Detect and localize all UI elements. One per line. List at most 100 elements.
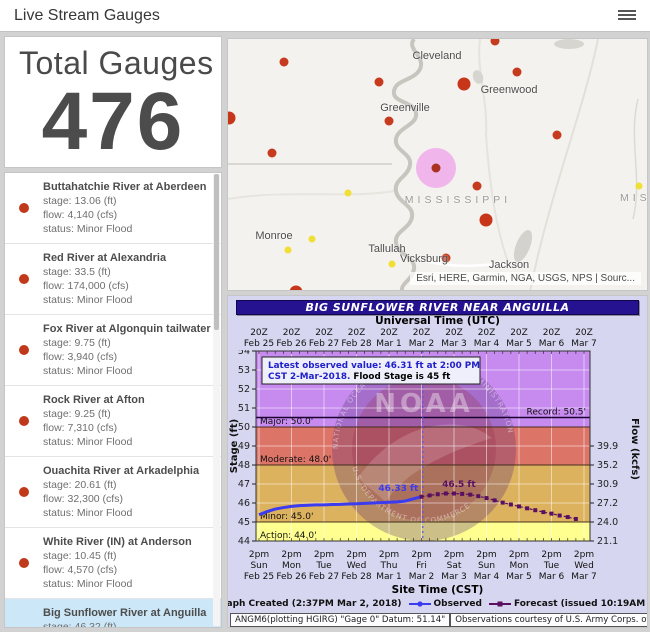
gauge-name: Fox River at Algonquin tailwater — [43, 322, 211, 336]
map-city-label: Vicksburg — [400, 253, 448, 265]
total-gauges-value: 476 — [5, 82, 221, 162]
map-gauge-dot[interactable] — [389, 261, 396, 268]
map-city-label: Monroe — [255, 230, 292, 242]
gauge-status-dot — [5, 464, 43, 520]
list-scrollbar[interactable] — [213, 174, 220, 626]
legend-item: Graph Created (2:37PM Mar 2, 2018) — [227, 599, 402, 609]
gauge-flow: flow: 7,310 (cfs) — [43, 421, 145, 435]
gauge-list-item[interactable]: Ouachita River at Arkadelphia stage: 20.… — [5, 457, 221, 528]
map-gauge-dot[interactable] — [553, 131, 562, 140]
map-gauge-dot[interactable] — [268, 149, 277, 158]
gauge-flow: flow: 174,000 (cfs) — [43, 279, 166, 293]
hydrograph-plot: NOAANATIONAL OCEANIC AND ATMOSPHERIC ADM… — [228, 350, 648, 546]
svg-text:CST 2-Mar-2018. Flood Stage is: CST 2-Mar-2018. Flood Stage is 45 ft — [268, 372, 450, 382]
svg-text:30.9: 30.9 — [597, 479, 618, 490]
point-label: 46.33 ft — [378, 484, 419, 494]
hamburger-menu-icon[interactable] — [618, 8, 636, 23]
gauge-name: Buttahatchie River at Aberdeen — [43, 180, 206, 194]
map-attribution: Esri, HERE, Garmin, NGA, USGS, NPS | Sou… — [410, 272, 641, 285]
map-gauge-dot[interactable] — [636, 183, 643, 190]
gauge-stage: stage: 10.45 (ft) — [43, 549, 192, 563]
map-city-label: Jackson — [489, 259, 529, 271]
map-panel[interactable]: ClevelandGreenwoodGreenvilleMonroeTallul… — [227, 38, 648, 291]
gauge-status: status: Minor Flood — [43, 293, 166, 307]
gauge-status-dot — [5, 180, 43, 236]
utc-axis-title: Universal Time (UTC) — [228, 315, 647, 328]
top-axis-hours: 20Z20Z20Z20Z20Z20Z20Z20Z20Z20Z20Z — [228, 328, 647, 339]
map-state-label: MISSISS — [620, 192, 648, 204]
gauge-list-item[interactable]: White River (IN) at Anderson stage: 10.4… — [5, 528, 221, 599]
map-gauge-dot[interactable] — [385, 117, 394, 126]
bottom-axis-days: SunMonTueWedThuFriSatSunMonTueWed — [228, 561, 647, 572]
svg-text:Latest observed value: 46.31 f: Latest observed value: 46.31 ft at 2:00 … — [268, 361, 480, 371]
gauge-flow: flow: 4,140 (cfs) — [43, 208, 206, 222]
bottom-axis-times: 2pm2pm2pm2pm2pm2pm2pm2pm2pm2pm2pm — [228, 550, 647, 561]
legend-item: Forecast (issued 10:19AM Mar 2) — [489, 599, 648, 609]
svg-text:47: 47 — [238, 479, 250, 490]
svg-text:21.1: 21.1 — [597, 536, 618, 546]
app-title: Live Stream Gauges — [14, 7, 160, 25]
gauge-list-item[interactable]: Red River at Alexandria stage: 33.5 (ft)… — [5, 244, 221, 315]
gauge-list-panel: Buttahatchie River at Aberdeen stage: 13… — [4, 172, 222, 628]
gauge-name: Rock River at Afton — [43, 393, 145, 407]
point-label: 46.5 ft — [442, 480, 476, 490]
total-gauges-panel: Total Gauges 476 — [4, 36, 222, 168]
gauge-name: White River (IN) at Anderson — [43, 535, 192, 549]
gauge-flow: flow: 3,940 (cfs) — [43, 350, 211, 364]
gauge-list-item[interactable]: Fox River at Algonquin tailwater stage: … — [5, 315, 221, 386]
map-gauge-dot[interactable] — [345, 190, 352, 197]
map-gauge-dot[interactable] — [375, 78, 384, 87]
gauge-flow: flow: 4,570 (cfs) — [43, 563, 192, 577]
svg-text:51: 51 — [238, 403, 250, 414]
gauge-status: status: Minor Flood — [43, 577, 192, 591]
chart-legend: Graph Created (2:37PM Mar 2, 2018)Observ… — [228, 597, 647, 610]
hydrograph-panel: BIG SUNFLOWER RIVER NEAR ANGUILLA Univer… — [227, 295, 648, 628]
zone-label-major: Major: 50.0' — [260, 417, 313, 427]
gauge-status: status: Minor Flood — [43, 435, 145, 449]
gauge-stage: stage: 9.75 (ft) — [43, 336, 211, 350]
gauge-status-dot — [5, 322, 43, 378]
map-gauge-dot[interactable] — [285, 247, 292, 254]
zone-label-moderate: Moderate: 48.0' — [260, 455, 331, 465]
map-city-label: Greenville — [380, 102, 430, 114]
site-time-axis-title: Site Time (CST) — [228, 583, 647, 597]
gauge-stage: stage: 13.06 (ft) — [43, 194, 206, 208]
map-city-label: Greenwood — [481, 84, 538, 96]
svg-text:39.9: 39.9 — [597, 441, 618, 452]
list-scrollbar-thumb[interactable] — [214, 174, 219, 330]
svg-text:44: 44 — [238, 536, 250, 546]
map-gauge-dot[interactable] — [513, 68, 522, 77]
map-gauge-dot[interactable] — [280, 58, 289, 67]
top-axis-dates: Feb 25Feb 26Feb 27Feb 28Mar 1Mar 2Mar 3M… — [228, 339, 647, 350]
map-gauge-dot[interactable] — [473, 182, 482, 191]
app-header: Live Stream Gauges — [0, 0, 650, 32]
hydrograph-title-bar: BIG SUNFLOWER RIVER NEAR ANGUILLA — [236, 300, 639, 315]
chart-footnote: Observations courtesy of U.S. Army Corps… — [450, 613, 648, 627]
svg-text:54: 54 — [238, 350, 250, 357]
svg-text:45: 45 — [238, 517, 250, 528]
gauge-status-dot — [5, 393, 43, 449]
gauge-name: Big Sunflower River at Anguilla — [43, 606, 206, 620]
zone-label-minor: Minor: 45.0' — [260, 512, 313, 522]
gauge-stage: stage: 33.5 (ft) — [43, 265, 166, 279]
gauge-stage: stage: 9.25 (ft) — [43, 407, 145, 421]
gauge-list-item[interactable]: Buttahatchie River at Aberdeen stage: 13… — [5, 173, 221, 244]
zone-label-action: Action: 44.0' — [260, 531, 317, 541]
gauge-stage: stage: 46.32 (ft) — [43, 620, 206, 628]
svg-text:27.2: 27.2 — [597, 498, 618, 509]
map-city-label: Cleveland — [413, 50, 462, 62]
selected-gauge-dot[interactable] — [432, 164, 441, 173]
gauge-list-item[interactable]: Big Sunflower River at Anguilla stage: 4… — [5, 599, 221, 628]
gauge-flow: flow: 32,300 (cfs) — [43, 492, 199, 506]
gauge-name: Red River at Alexandria — [43, 251, 166, 265]
gauge-status: status: Minor Flood — [43, 364, 211, 378]
map-gauge-dot[interactable] — [480, 214, 493, 227]
svg-text:24.0: 24.0 — [597, 517, 618, 528]
map-state-label: MISSISSIPPI — [405, 194, 511, 206]
map-gauge-dot[interactable] — [309, 236, 316, 243]
map-gauge-dot[interactable] — [458, 78, 471, 91]
svg-text:52: 52 — [238, 384, 250, 395]
svg-text:53: 53 — [238, 365, 250, 376]
gauge-status: status: Minor Flood — [43, 506, 199, 520]
gauge-list-item[interactable]: Rock River at Afton stage: 9.25 (ft) flo… — [5, 386, 221, 457]
